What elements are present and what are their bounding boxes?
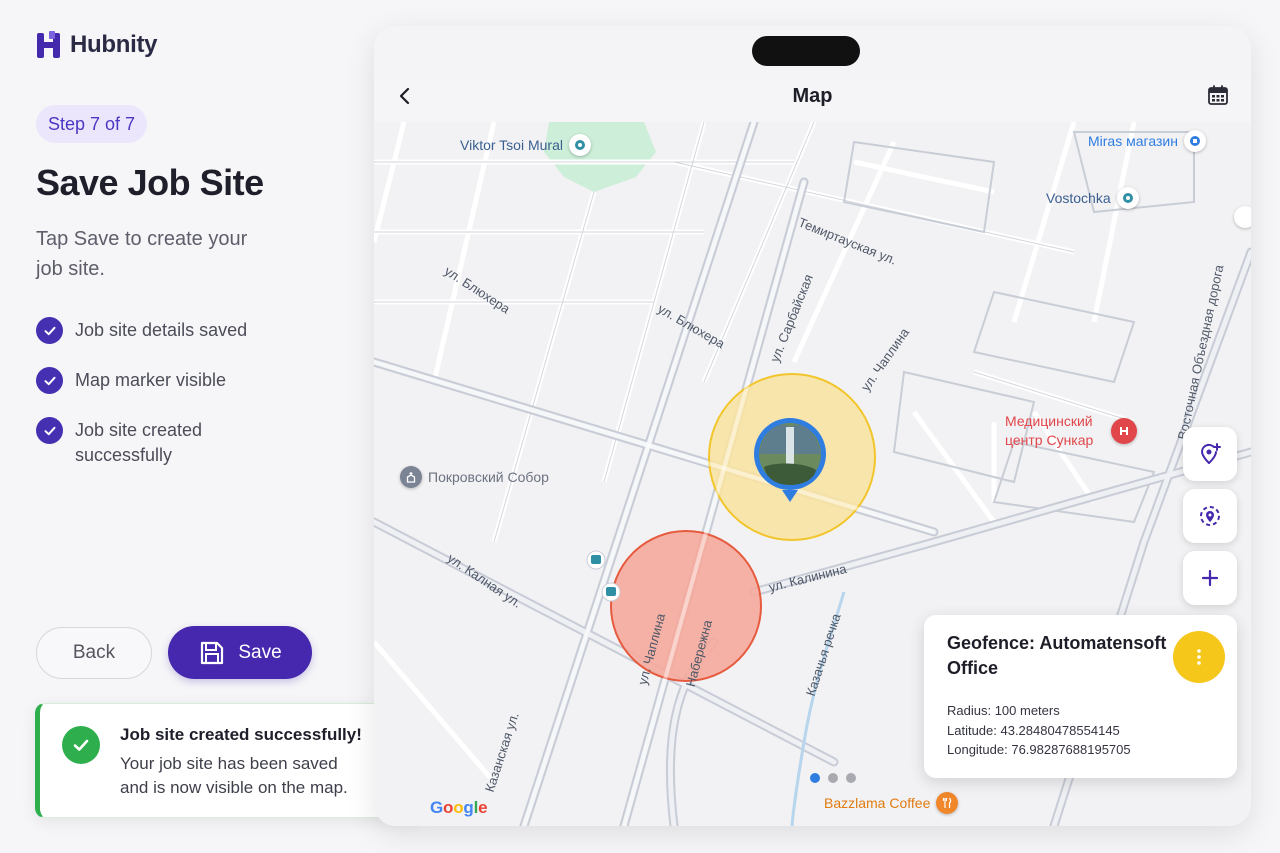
checklist-label: Job site created successfully — [75, 420, 203, 465]
map-pin-icon — [1234, 206, 1251, 228]
screen-title: Map — [792, 85, 833, 107]
checklist-label: Job site details saved — [75, 320, 248, 340]
add-location-icon — [1200, 443, 1221, 464]
step-indicator: Step 7 of 7 — [36, 105, 148, 143]
park-area — [544, 122, 656, 192]
checkmark-icon — [36, 317, 63, 344]
page-dot-active[interactable] — [810, 773, 820, 783]
poi-viktor-tsoi-mural[interactable]: Viktor Tsoi Mural — [460, 134, 591, 156]
brand-name: Hubnity — [70, 31, 158, 58]
save-button-label: Save — [238, 641, 282, 663]
geofence-title: Geofence: Automatensoft Office — [947, 633, 1167, 678]
hubnity-logo-icon — [37, 31, 60, 58]
block-outlines — [842, 131, 1195, 524]
poi-pokrovsky-sobor[interactable]: Покровский Собор — [400, 466, 549, 488]
shop-icon — [1183, 130, 1206, 152]
poi-vostochka[interactable]: Vostochka — [1046, 187, 1139, 209]
geofence-button[interactable] — [1183, 489, 1237, 543]
page-dot[interactable] — [846, 773, 856, 783]
geofence-longitude: Longitude: 76.98287688195705 — [947, 742, 1131, 757]
poi-bazzlama-coffee[interactable]: Bazzlama Coffee — [824, 792, 959, 814]
geofence-latitude: Latitude: 43.28480478554145 — [947, 723, 1120, 738]
checklist-item: Map marker visible — [36, 366, 296, 394]
zoom-in-button[interactable] — [1183, 551, 1237, 605]
back-button[interactable]: Back — [36, 627, 152, 679]
add-location-button[interactable] — [1183, 427, 1237, 481]
success-toast: Job site created successfully! Your job … — [35, 703, 420, 818]
restaurant-icon — [936, 792, 959, 814]
map-pin-icon — [568, 134, 591, 156]
device-notch — [752, 36, 860, 66]
checklist-item: Job site details saved — [36, 316, 296, 344]
poi-medical-center[interactable]: Медицинский центр Сункар — [1005, 412, 1137, 450]
checklist-label: Map marker visible — [75, 370, 227, 390]
checklist-item: Job site created successfully — [36, 416, 296, 468]
progress-checklist: Job site details saved Map marker visibl… — [36, 316, 296, 490]
save-button[interactable]: Save — [168, 626, 312, 679]
page-title: Save Job Site — [36, 162, 264, 203]
map-view[interactable]: ул. Блюхера ул. Блюхера Темиртауская ул.… — [374, 122, 1251, 826]
poi-miras[interactable]: Miras магазин — [1088, 130, 1206, 152]
hospital-icon — [1111, 418, 1137, 444]
calendar-icon[interactable] — [1207, 84, 1229, 106]
page-dot[interactable] — [828, 773, 838, 783]
checkmark-icon — [36, 417, 63, 444]
plus-icon — [1201, 569, 1219, 587]
app-bar: Map — [374, 74, 1251, 122]
phone-frame: Map ул. Блюхера ул. Блюхера Темиртауская… — [374, 26, 1251, 826]
toast-title: Job site created successfully! — [120, 725, 362, 744]
success-check-icon — [62, 726, 100, 764]
toast-message: Your job site has been saved and is now … — [120, 754, 348, 797]
church-icon — [400, 466, 422, 488]
page-indicator — [810, 773, 856, 783]
geofence-radius: Radius: 100 meters — [947, 703, 1060, 718]
save-icon — [201, 641, 224, 664]
brand: Hubnity — [36, 30, 158, 60]
google-logo: Google — [430, 798, 488, 817]
more-options-button[interactable] — [1173, 631, 1225, 683]
page-subtitle: Tap Save to create your job site. — [36, 228, 248, 280]
checkmark-icon — [36, 367, 63, 394]
geofence-icon — [1200, 506, 1220, 526]
map-pin-icon — [1116, 187, 1139, 209]
more-vertical-icon — [1197, 649, 1201, 665]
geofence-card[interactable]: Geofence: Automatensoft Office Radius: 1… — [924, 615, 1237, 778]
